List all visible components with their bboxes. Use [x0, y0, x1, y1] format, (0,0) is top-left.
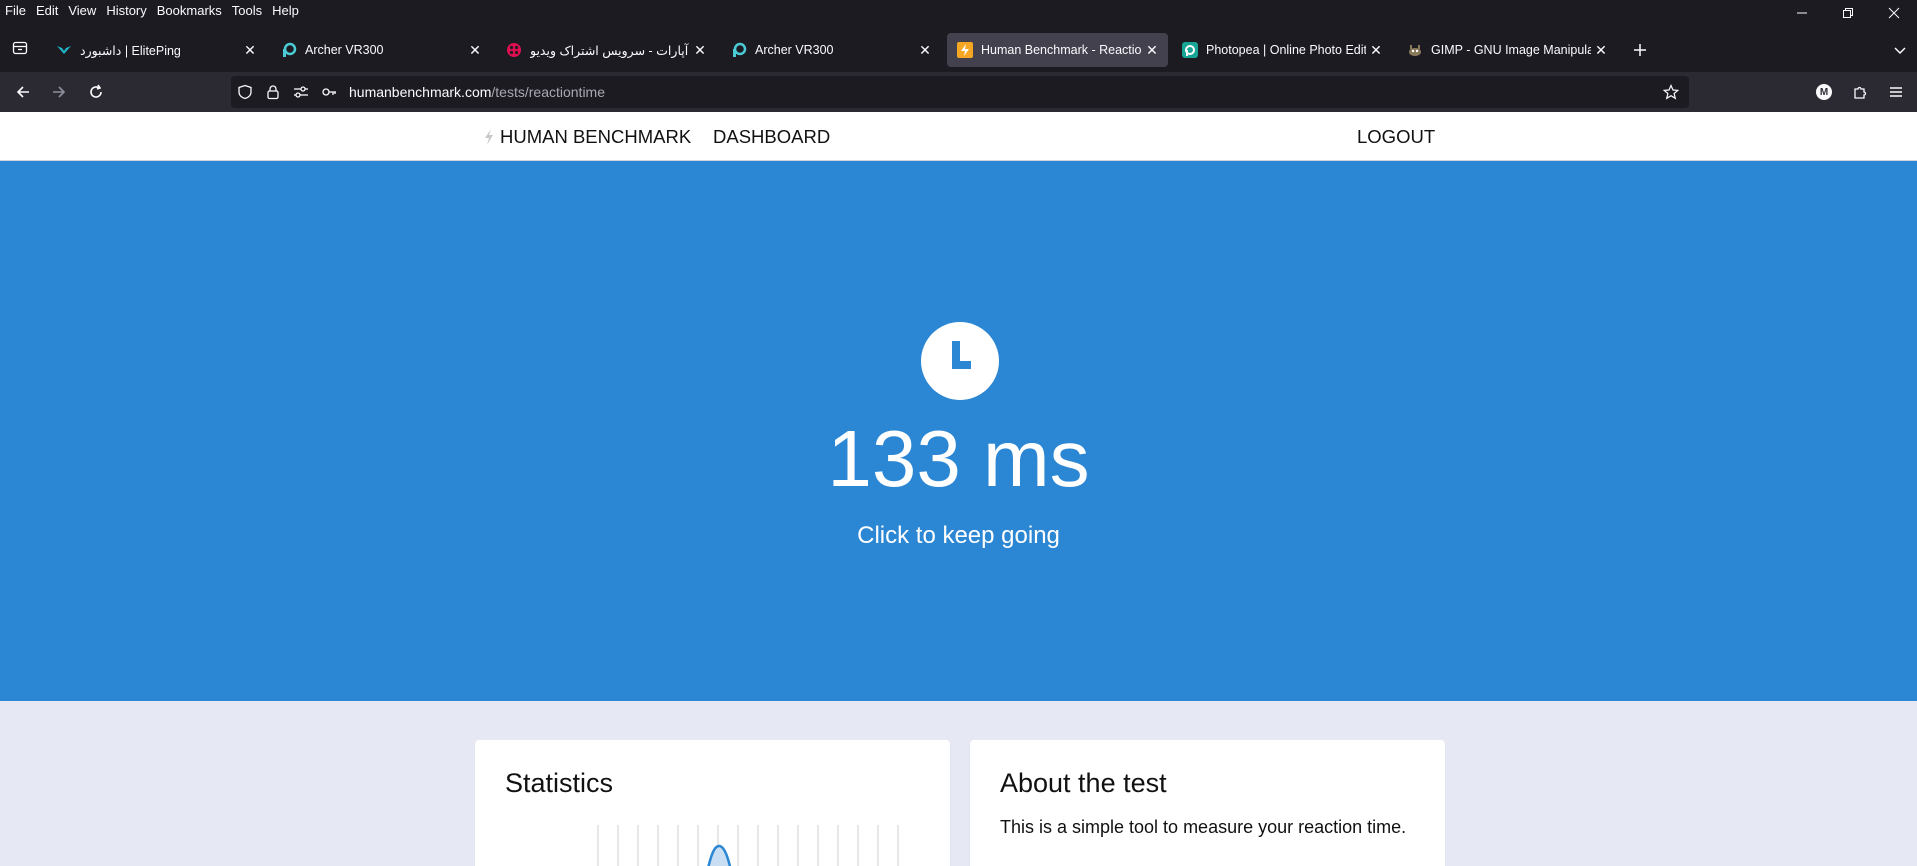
close-tab-icon[interactable]: ✕ — [465, 40, 485, 60]
puzzle-piece-icon — [1854, 86, 1867, 99]
menu-help[interactable]: Help — [267, 0, 304, 22]
url-host: humanbenchmark.com — [349, 84, 492, 100]
tab-title: Photopea | Online Photo Editor — [1206, 43, 1366, 57]
tab-archer-1[interactable]: Archer VR300 ✕ — [271, 33, 491, 67]
forward-button[interactable] — [47, 80, 71, 104]
close-tab-icon[interactable]: ✕ — [690, 40, 710, 60]
close-tab-icon[interactable]: ✕ — [1591, 40, 1611, 60]
reaction-test-area[interactable]: 133 ms Click to keep going — [0, 161, 1917, 701]
key-icon[interactable] — [315, 76, 343, 108]
menu-file[interactable]: File — [0, 0, 31, 22]
star-icon — [1663, 84, 1679, 100]
tplink-icon — [731, 42, 747, 58]
photopea-icon — [1182, 42, 1198, 58]
address-bar[interactable]: humanbenchmark.com/tests/reactiontime — [231, 76, 1689, 108]
tab-title: داشبورد | ElitePing — [80, 43, 181, 58]
logout-link[interactable]: LOGOUT — [1357, 126, 1435, 148]
tab-photopea[interactable]: Photopea | Online Photo Editor ✕ — [1172, 33, 1392, 67]
statistics-heading: Statistics — [505, 768, 614, 798]
tracking-protection-shield-icon[interactable] — [231, 76, 259, 108]
menu-bar: File Edit View History Bookmarks Tools H… — [0, 0, 1917, 22]
aparat-icon — [506, 42, 522, 58]
tplink-icon — [281, 42, 297, 58]
chevron-down-icon — [1894, 47, 1906, 55]
brand-link[interactable]: HUMAN BENCHMARK — [484, 126, 691, 148]
bolt-icon — [485, 129, 493, 145]
about-card: About the test This is a simple tool to … — [970, 740, 1445, 866]
avatar-initial: M — [1819, 86, 1829, 98]
menu-tools[interactable]: Tools — [227, 0, 267, 22]
tab-eliteping[interactable]: داشبورد | ElitePing ✕ — [46, 33, 266, 67]
tab-title: Archer VR300 — [755, 43, 834, 57]
plus-icon — [1634, 44, 1646, 56]
close-tab-icon[interactable]: ✕ — [1142, 40, 1162, 60]
permissions-icon[interactable] — [287, 76, 315, 108]
clock-icon — [921, 322, 999, 400]
bolt-icon — [957, 42, 973, 58]
lock-icon[interactable] — [259, 76, 287, 108]
extensions-button[interactable] — [1848, 80, 1872, 104]
menu-bookmarks[interactable]: Bookmarks — [152, 0, 227, 22]
reload-icon — [90, 84, 102, 98]
new-tab-button[interactable] — [1627, 37, 1653, 63]
firefox-view-icon — [12, 41, 28, 55]
close-tab-icon[interactable]: ✕ — [240, 40, 260, 60]
dashboard-link[interactable]: DASHBOARD — [713, 126, 830, 148]
about-description: This is a simple tool to measure your re… — [1000, 817, 1407, 837]
app-menu-button[interactable] — [1884, 80, 1908, 104]
tab-human-benchmark[interactable]: Human Benchmark - Reaction Time ✕ — [947, 33, 1168, 67]
tab-title: Archer VR300 — [305, 43, 384, 57]
tab-list-button[interactable] — [8, 36, 32, 60]
menu-view[interactable]: View — [63, 0, 101, 22]
reload-button[interactable] — [84, 80, 108, 104]
tab-title: Human Benchmark - Reaction Time — [981, 43, 1142, 57]
tab-aparat[interactable]: آپارات - سرویس اشتراک ویدیو ✕ — [496, 33, 716, 67]
eliteping-icon — [56, 42, 72, 58]
url-path: /tests/reactiontime — [491, 84, 606, 100]
close-icon — [1888, 7, 1900, 19]
url-text[interactable]: humanbenchmark.com/tests/reactiontime — [349, 84, 605, 100]
menu-history[interactable]: History — [101, 0, 151, 22]
hamburger-menu-icon — [1890, 87, 1902, 97]
close-tab-icon[interactable]: ✕ — [915, 40, 935, 60]
brand-text: HUMAN BENCHMARK — [500, 126, 692, 147]
tab-title: آپارات - سرویس اشتراک ویدیو — [530, 43, 689, 58]
restore-icon — [1843, 8, 1853, 18]
list-all-tabs-button[interactable] — [1888, 37, 1912, 63]
minimize-icon — [1797, 12, 1807, 14]
statistics-card: Statistics — [475, 740, 950, 866]
site-navigation: HUMAN BENCHMARK DASHBOARD LOGOUT — [0, 112, 1917, 161]
statistics-chart — [597, 825, 899, 866]
tab-title: GIMP - GNU Image Manipulation Program — [1431, 43, 1591, 57]
tab-archer-2[interactable]: Archer VR300 ✕ — [721, 33, 941, 67]
back-arrow-icon — [16, 86, 29, 98]
tab-gimp[interactable]: GIMP - GNU Image Manipulation Program ✕ — [1397, 33, 1617, 67]
close-tab-icon[interactable]: ✕ — [1366, 40, 1386, 60]
bookmark-star-button[interactable] — [1659, 80, 1683, 104]
gimp-icon — [1407, 42, 1423, 58]
account-button[interactable]: M — [1812, 80, 1836, 104]
menu-edit[interactable]: Edit — [31, 0, 63, 22]
click-to-continue-text: Click to keep going — [857, 522, 1060, 549]
back-button[interactable] — [11, 80, 35, 104]
about-heading: About the test — [1000, 768, 1167, 798]
tab-bar: داشبورد | ElitePing ✕ Archer VR300 ✕ آپا… — [0, 22, 1917, 72]
forward-arrow-icon — [53, 86, 66, 98]
reaction-time-result: 133 ms — [827, 414, 1090, 503]
navigation-toolbar: humanbenchmark.com/tests/reactiontime M — [0, 72, 1917, 112]
